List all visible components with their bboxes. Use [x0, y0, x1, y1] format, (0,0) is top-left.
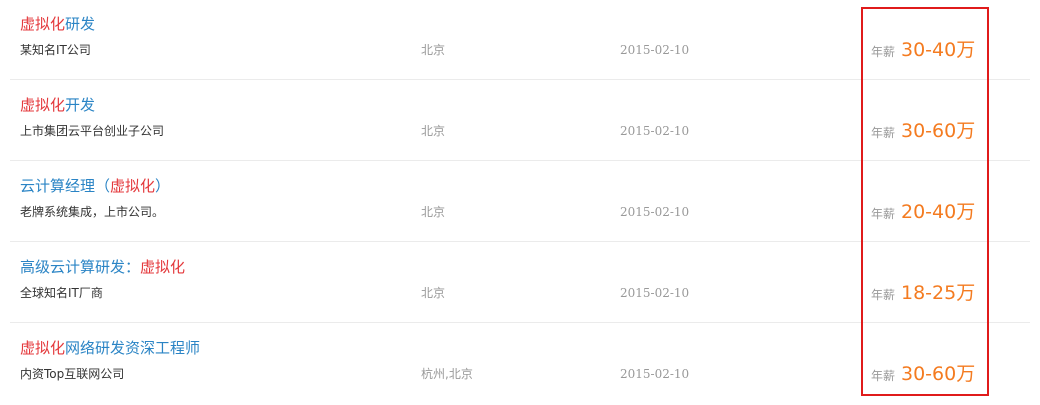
row-divider: [10, 79, 1030, 80]
title-keyword: 虚拟化: [140, 258, 186, 276]
post-date: 2015-02-10: [620, 286, 690, 300]
job-title-link[interactable]: 虚拟化开发: [20, 95, 95, 115]
job-title-link[interactable]: 云计算经理（虚拟化）: [20, 176, 170, 196]
post-date: 2015-02-10: [620, 367, 690, 381]
row-divider: [10, 160, 1030, 161]
title-text: 高级云计算研发：: [20, 258, 141, 276]
salary-value: 30-60万: [901, 120, 976, 142]
salary-label: 年薪: [871, 288, 896, 302]
job-title-link[interactable]: 虚拟化网络研发资深工程师: [20, 338, 200, 358]
title-keyword: 虚拟化: [20, 15, 66, 33]
title-keyword: 虚拟化: [20, 96, 66, 114]
title-text: 开发: [65, 96, 96, 114]
job-location: 杭州,北京: [421, 367, 473, 381]
company-name: 某知名IT公司: [20, 43, 91, 57]
salary-label: 年薪: [871, 207, 896, 221]
job-title-link[interactable]: 高级云计算研发：虚拟化: [20, 257, 185, 277]
salary-label: 年薪: [871, 45, 896, 59]
row-divider: [10, 322, 1030, 323]
job-location: 北京: [421, 124, 446, 138]
title-keyword: 虚拟化: [110, 177, 156, 195]
job-list: 虚拟化研发 某知名IT公司 北京 2015-02-10 年薪 30-40万 虚拟…: [0, 0, 1040, 405]
salary-value: 30-60万: [901, 363, 976, 385]
job-row: 云计算经理（虚拟化） 老牌系统集成，上市公司。 北京 2015-02-10 年薪…: [0, 162, 1030, 242]
title-keyword: 虚拟化: [20, 339, 66, 357]
title-text: 网络研发资深工程师: [65, 339, 201, 357]
job-location: 北京: [421, 43, 446, 57]
company-name: 上市集团云平台创业子公司: [20, 124, 165, 138]
job-row: 虚拟化研发 某知名IT公司 北京 2015-02-10 年薪 30-40万: [0, 0, 1030, 80]
post-date: 2015-02-10: [620, 124, 690, 138]
company-name: 内资Top互联网公司: [20, 367, 125, 381]
post-date: 2015-02-10: [620, 43, 690, 57]
job-row: 高级云计算研发：虚拟化 全球知名IT厂商 北京 2015-02-10 年薪 18…: [0, 243, 1030, 323]
company-name: 老牌系统集成，上市公司。: [20, 205, 165, 219]
salary-value: 18-25万: [901, 282, 976, 304]
salary-value: 30-40万: [901, 39, 976, 61]
salary-value: 20-40万: [901, 201, 976, 223]
job-row: 虚拟化开发 上市集团云平台创业子公司 北京 2015-02-10 年薪 30-6…: [0, 81, 1030, 161]
job-row: 虚拟化网络研发资深工程师 内资Top互联网公司 杭州,北京 2015-02-10…: [0, 324, 1030, 404]
title-text: 云计算经理（: [20, 177, 111, 195]
title-text: ）: [155, 177, 171, 195]
job-title-link[interactable]: 虚拟化研发: [20, 14, 95, 34]
salary-label: 年薪: [871, 126, 896, 140]
salary-label: 年薪: [871, 369, 896, 383]
job-location: 北京: [421, 286, 446, 300]
company-name: 全球知名IT厂商: [20, 286, 103, 300]
row-divider: [10, 241, 1030, 242]
title-text: 研发: [65, 15, 96, 33]
post-date: 2015-02-10: [620, 205, 690, 219]
job-location: 北京: [421, 205, 446, 219]
